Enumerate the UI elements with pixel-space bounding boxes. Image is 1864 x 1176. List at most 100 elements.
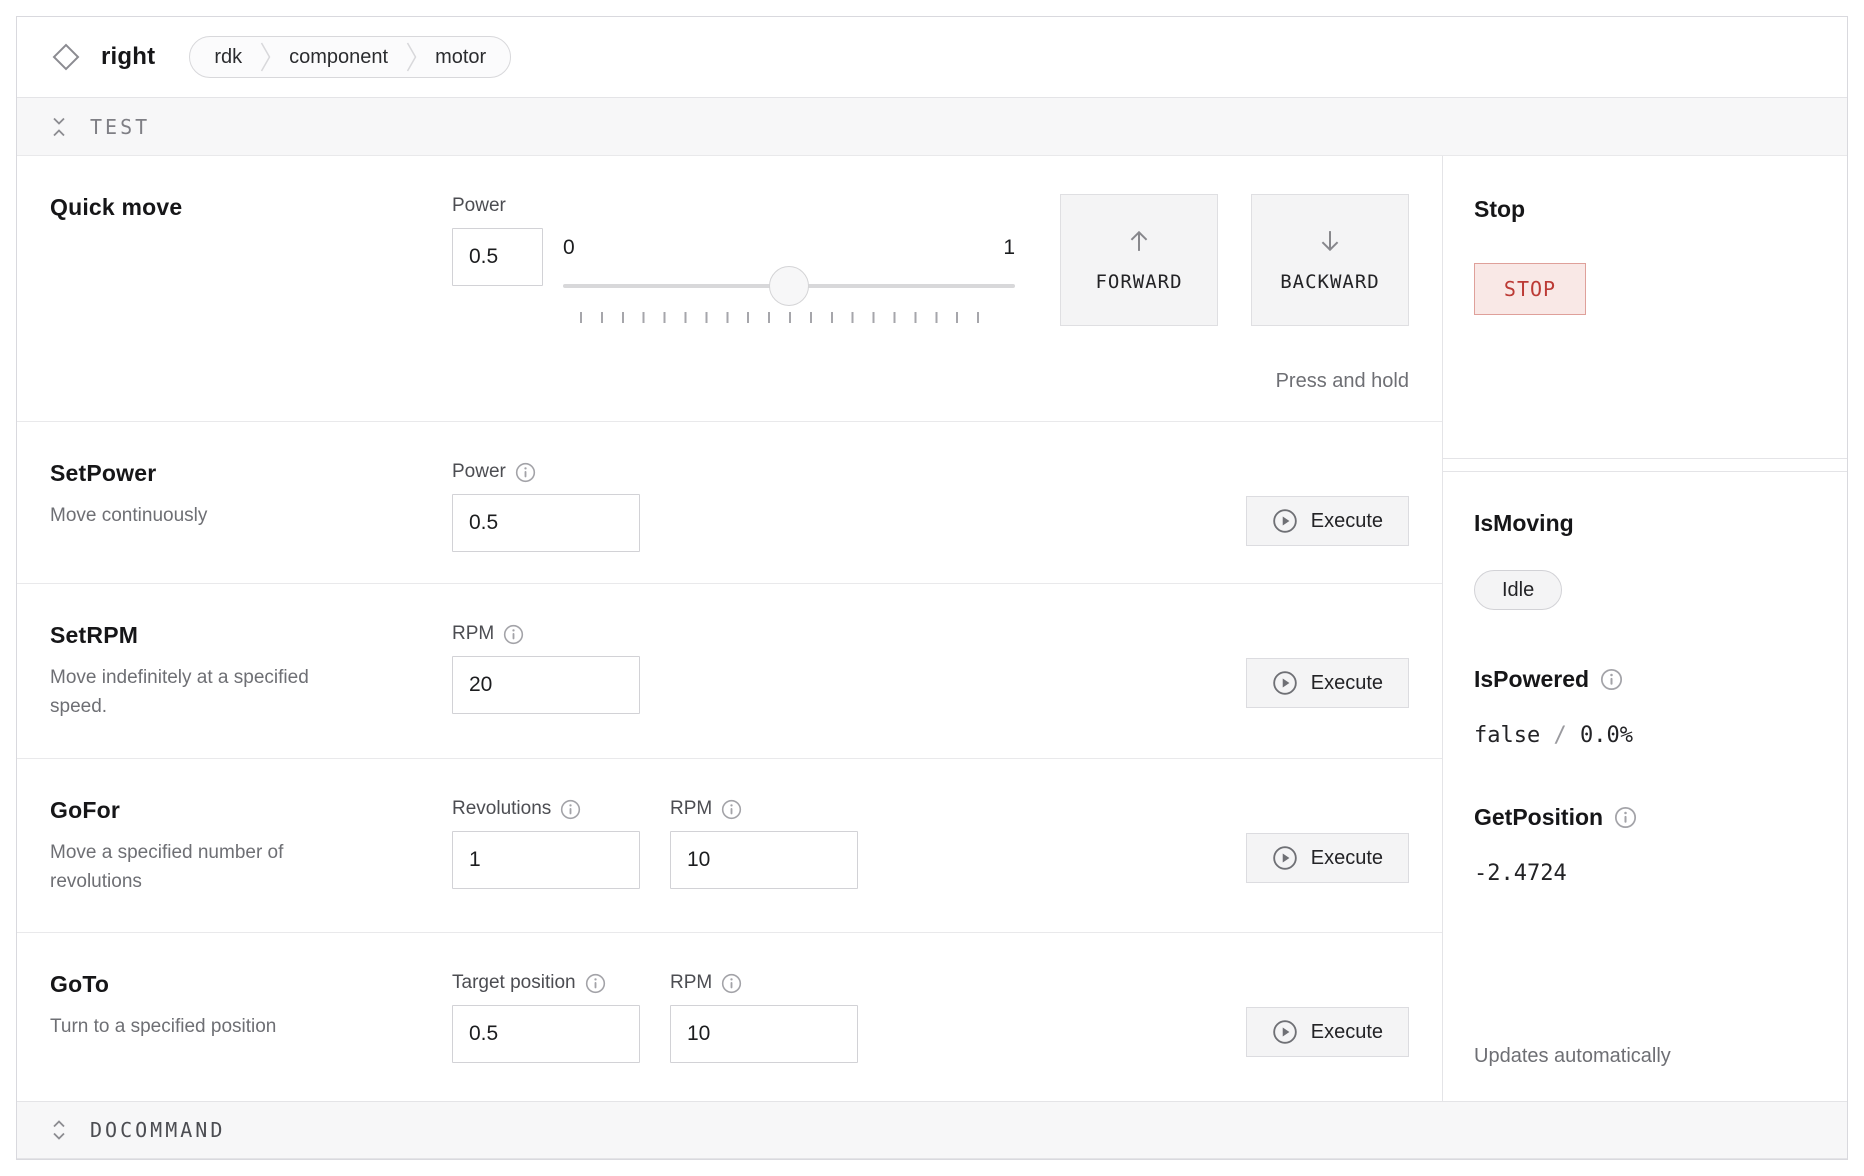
backward-button[interactable]: BACKWARD bbox=[1251, 194, 1409, 326]
go-for-row: GoFor Move a specified number of revolut… bbox=[17, 759, 1442, 933]
go-for-title: GoFor bbox=[50, 797, 422, 824]
power-label: Power bbox=[452, 194, 543, 218]
play-icon bbox=[1272, 845, 1298, 871]
backward-button-label: BACKWARD bbox=[1280, 271, 1380, 293]
go-to-rpm-input[interactable] bbox=[670, 1005, 858, 1063]
info-icon[interactable] bbox=[1600, 668, 1623, 691]
component-name: right bbox=[101, 43, 155, 71]
breadcrumb-motor: motor bbox=[417, 46, 504, 69]
go-for-rpm-field: RPM bbox=[670, 797, 858, 932]
component-type-icon bbox=[51, 42, 81, 72]
target-position-label: Target position bbox=[452, 972, 576, 994]
is-powered-value: false / 0.0% bbox=[1474, 723, 1816, 748]
set-power-execute-button[interactable]: Execute bbox=[1246, 496, 1409, 546]
collapse-icon[interactable] bbox=[50, 115, 68, 139]
go-to-execute-button[interactable]: Execute bbox=[1246, 1007, 1409, 1057]
execute-label: Execute bbox=[1311, 510, 1383, 533]
info-icon[interactable] bbox=[515, 462, 536, 483]
execute-label: Execute bbox=[1311, 672, 1383, 695]
go-for-subtitle: Move a specified number of revolutions bbox=[50, 838, 370, 897]
power-label: Power bbox=[452, 461, 506, 483]
go-for-execute-button[interactable]: Execute bbox=[1246, 833, 1409, 883]
forward-button-label: FORWARD bbox=[1095, 271, 1182, 293]
expand-icon[interactable] bbox=[50, 1118, 68, 1142]
sidebar-gap bbox=[1443, 459, 1847, 471]
stop-section: Stop STOP bbox=[1443, 156, 1847, 459]
go-to-title: GoTo bbox=[50, 971, 422, 998]
breadcrumb-component: component bbox=[271, 46, 406, 69]
commands-panel: Quick move Power 0 1 bbox=[17, 156, 1443, 1101]
set-rpm-row: SetRPM Move indefinitely at a specified … bbox=[17, 584, 1442, 759]
quick-move-power-field: Power bbox=[452, 194, 543, 421]
is-moving-title: IsMoving bbox=[1474, 510, 1816, 537]
arrow-up-icon bbox=[1125, 227, 1153, 255]
go-to-rpm-field: RPM bbox=[670, 971, 858, 1101]
go-to-row: GoTo Turn to a specified position Target… bbox=[17, 933, 1442, 1101]
set-rpm-field: RPM bbox=[452, 622, 640, 758]
is-powered-percent: 0.0% bbox=[1580, 723, 1633, 748]
go-to-target-position-field: Target position bbox=[452, 971, 640, 1101]
go-for-revolutions-input[interactable] bbox=[452, 831, 640, 889]
set-power-input[interactable] bbox=[452, 494, 640, 552]
revolutions-label: Revolutions bbox=[452, 798, 551, 820]
test-panel-body: Quick move Power 0 1 bbox=[17, 156, 1847, 1101]
slider-handle[interactable] bbox=[769, 266, 809, 306]
arrow-down-icon bbox=[1316, 227, 1344, 255]
set-power-subtitle: Move continuously bbox=[50, 501, 370, 530]
go-to-subtitle: Turn to a specified position bbox=[50, 1012, 370, 1041]
status-section: IsMoving Idle IsPowered false / 0.0% Get… bbox=[1443, 471, 1847, 1101]
test-section-header[interactable]: TEST bbox=[17, 98, 1847, 156]
get-position-value: -2.4724 bbox=[1474, 861, 1816, 886]
play-icon bbox=[1272, 508, 1298, 534]
go-for-revolutions-field: Revolutions bbox=[452, 797, 640, 932]
slider-max-label: 1 bbox=[1003, 236, 1015, 264]
go-to-target-position-input[interactable] bbox=[452, 1005, 640, 1063]
rpm-label: RPM bbox=[452, 623, 494, 645]
set-rpm-input[interactable] bbox=[452, 656, 640, 714]
set-power-row: SetPower Move continuously Power Execute bbox=[17, 422, 1442, 584]
component-header: right rdk component motor bbox=[17, 17, 1847, 98]
play-icon bbox=[1272, 670, 1298, 696]
power-slider[interactable] bbox=[563, 264, 1015, 308]
execute-label: Execute bbox=[1311, 847, 1383, 870]
component-card: right rdk component motor TEST Quick mov… bbox=[16, 16, 1848, 1160]
breadcrumb-separator-icon bbox=[260, 41, 271, 73]
info-icon[interactable] bbox=[721, 973, 742, 994]
status-sidebar: Stop STOP IsMoving Idle IsPowered false … bbox=[1443, 156, 1847, 1101]
quick-move-power-input[interactable] bbox=[452, 228, 543, 286]
stop-title: Stop bbox=[1474, 196, 1816, 223]
info-icon[interactable] bbox=[585, 973, 606, 994]
rpm-label: RPM bbox=[670, 798, 712, 820]
go-for-rpm-input[interactable] bbox=[670, 831, 858, 889]
quick-move-row: Quick move Power 0 1 bbox=[17, 156, 1442, 422]
play-icon bbox=[1272, 1019, 1298, 1045]
breadcrumb-separator-icon bbox=[406, 41, 417, 73]
value-separator: / bbox=[1553, 723, 1566, 748]
forward-button[interactable]: FORWARD bbox=[1060, 194, 1218, 326]
info-icon[interactable] bbox=[1614, 806, 1637, 829]
set-rpm-subtitle: Move indefinitely at a specified speed. bbox=[50, 663, 370, 722]
set-power-title: SetPower bbox=[50, 460, 422, 487]
execute-label: Execute bbox=[1311, 1021, 1383, 1044]
set-rpm-title: SetRPM bbox=[50, 622, 422, 649]
is-moving-status-badge: Idle bbox=[1474, 570, 1562, 610]
info-icon[interactable] bbox=[560, 799, 581, 820]
slider-min-label: 0 bbox=[563, 236, 575, 264]
quick-move-title: Quick move bbox=[50, 194, 422, 221]
breadcrumb-rdk: rdk bbox=[196, 46, 260, 69]
is-powered-bool: false bbox=[1474, 723, 1540, 748]
rpm-label: RPM bbox=[670, 972, 712, 994]
docommand-section-label: DOCOMMAND bbox=[90, 1118, 225, 1142]
docommand-section-header[interactable]: DOCOMMAND bbox=[17, 1101, 1847, 1159]
set-rpm-execute-button[interactable]: Execute bbox=[1246, 658, 1409, 708]
slider-ticks bbox=[580, 312, 998, 323]
stop-button[interactable]: STOP bbox=[1474, 263, 1586, 315]
info-icon[interactable] bbox=[721, 799, 742, 820]
press-and-hold-hint: Press and hold bbox=[1276, 370, 1409, 393]
updates-automatically-note: Updates automatically bbox=[1474, 1045, 1816, 1068]
power-slider-block: 0 1 bbox=[563, 194, 1015, 421]
test-section-label: TEST bbox=[90, 115, 150, 139]
get-position-title: GetPosition bbox=[1474, 804, 1603, 831]
is-powered-title: IsPowered bbox=[1474, 666, 1589, 693]
info-icon[interactable] bbox=[503, 624, 524, 645]
